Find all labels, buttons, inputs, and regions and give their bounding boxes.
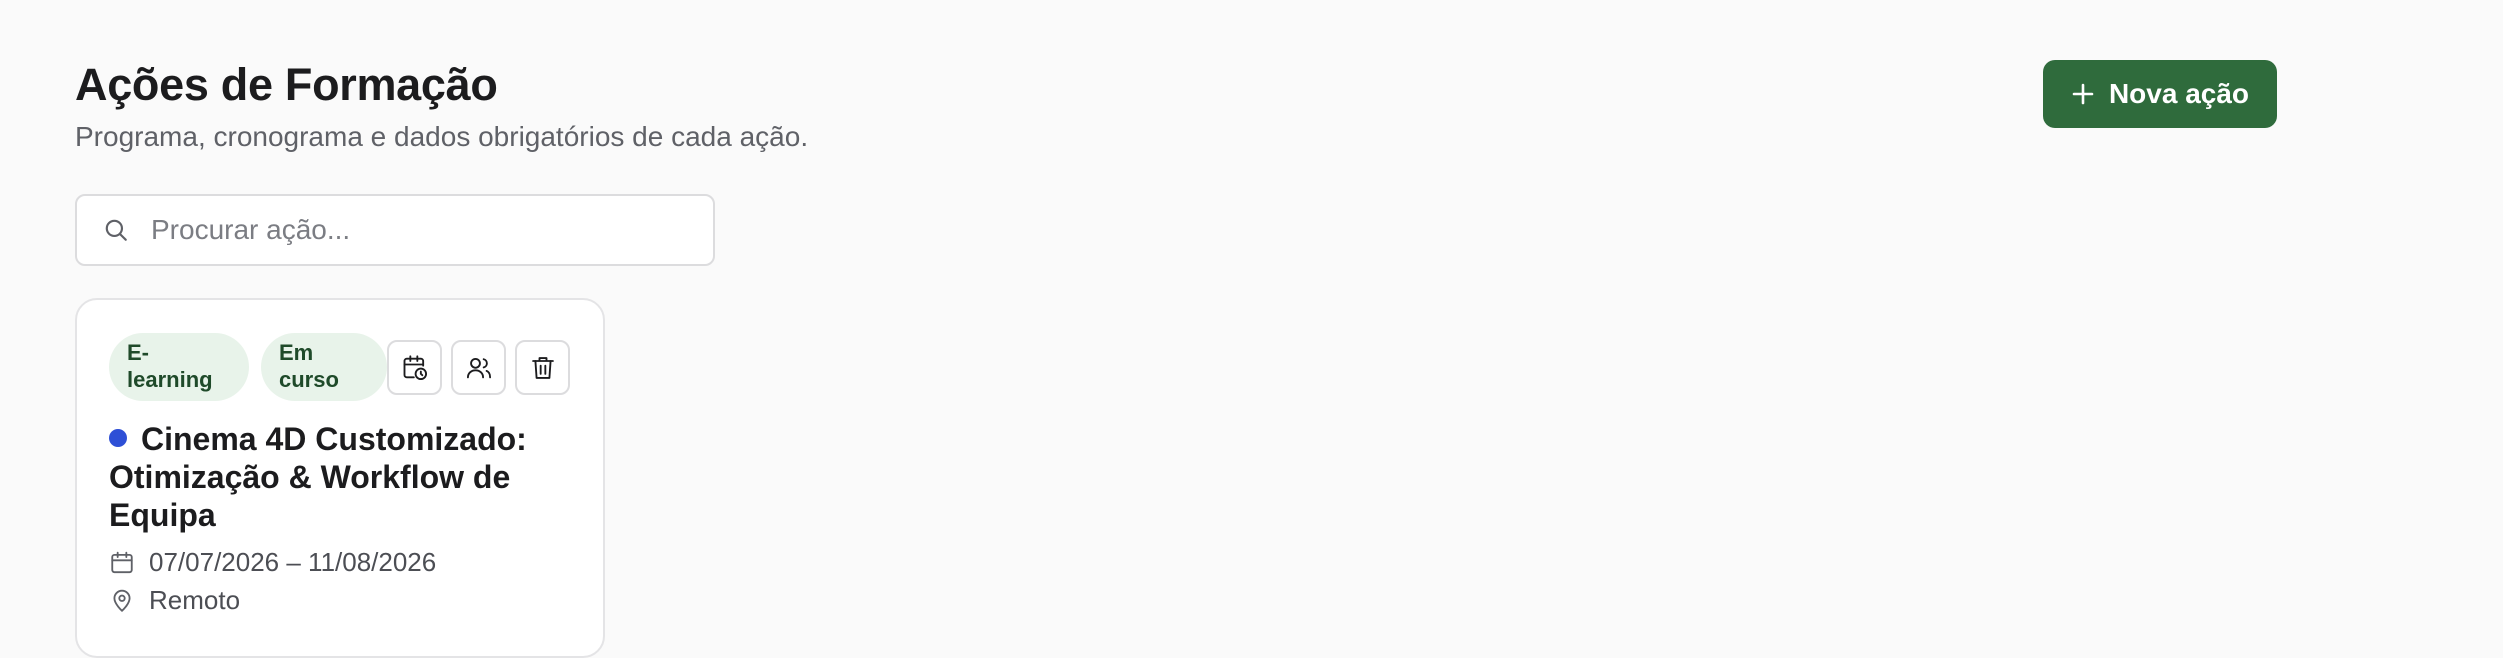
action-title: Cinema 4D Customizado: Otimização & Work… bbox=[109, 420, 579, 534]
status-badge: Em curso bbox=[261, 333, 387, 401]
users-icon bbox=[465, 354, 493, 382]
delete-button[interactable] bbox=[515, 340, 570, 395]
calendar-clock-icon bbox=[401, 354, 429, 382]
schedule-button[interactable] bbox=[387, 340, 442, 395]
plus-icon bbox=[2071, 82, 2095, 106]
new-action-button[interactable]: Nova ação bbox=[2043, 60, 2277, 128]
action-location-text: Remoto bbox=[149, 585, 241, 615]
search-icon bbox=[103, 217, 129, 243]
trash-icon bbox=[529, 354, 557, 382]
page-header: Ações de Formação Programa, cronograma e… bbox=[75, 58, 808, 154]
page-subtitle: Programa, cronograma e dados obrigatório… bbox=[75, 121, 809, 152]
page-title: Ações de Formação bbox=[75, 59, 498, 110]
badge-group: E-learning Em curso bbox=[109, 333, 387, 401]
search-input[interactable] bbox=[149, 213, 713, 247]
new-action-label: Nova ação bbox=[2108, 78, 2250, 109]
map-pin-icon bbox=[109, 588, 135, 614]
calendar-icon bbox=[109, 550, 135, 576]
action-dates: 07/07/2026 – 11/08/2026 bbox=[109, 547, 436, 578]
action-title-text: Cinema 4D Customizado: Otimização & Work… bbox=[109, 421, 527, 533]
action-card[interactable]: E-learning Em curso Cinema 4D Customizad… bbox=[75, 298, 605, 658]
search-box[interactable] bbox=[75, 194, 715, 266]
action-location: Remoto bbox=[109, 585, 240, 616]
modality-badge: E-learning bbox=[109, 333, 249, 401]
participants-button[interactable] bbox=[451, 340, 506, 395]
card-actions bbox=[387, 340, 570, 395]
status-dot bbox=[109, 429, 127, 447]
action-dates-text: 07/07/2026 – 11/08/2026 bbox=[149, 547, 437, 577]
